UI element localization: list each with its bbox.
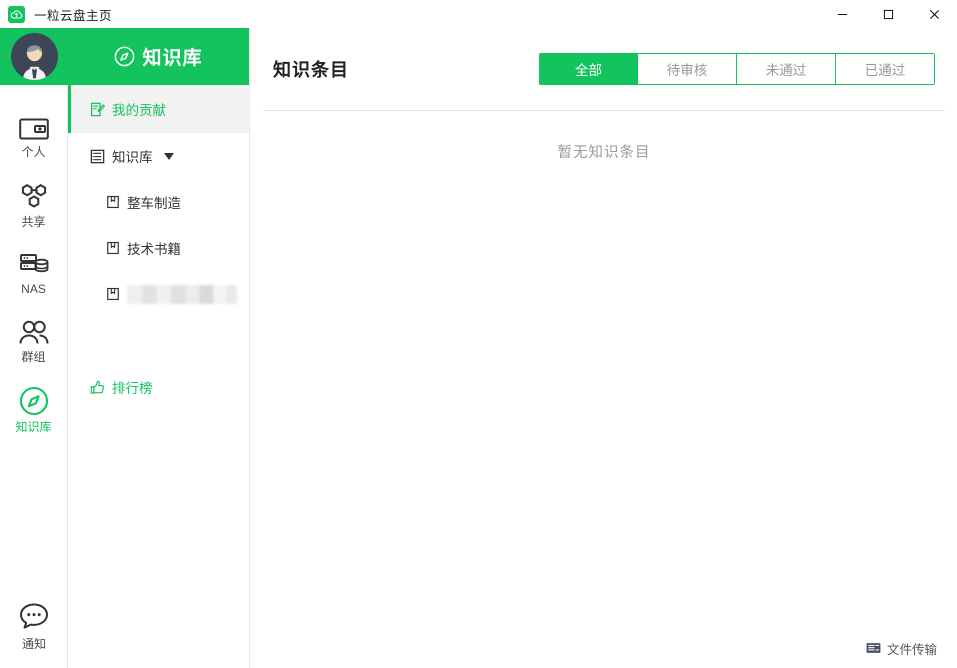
tab-passed[interactable]: 已通过: [836, 53, 935, 85]
sidebar-item-shared[interactable]: 共享: [0, 171, 67, 239]
nav-item-vehicle-manufacturing[interactable]: 整车制造: [68, 179, 249, 225]
sidebar-item-label: 个人: [21, 144, 46, 159]
tab-label: 未通过: [765, 63, 807, 78]
nav-group-label: 知识库: [112, 150, 153, 165]
minimize-icon: [837, 13, 847, 15]
sidebar-item-nas[interactable]: NAS: [0, 239, 67, 307]
file-transfer-icon: [866, 643, 881, 653]
maximize-icon: [883, 9, 893, 19]
contribution-doc-icon: [91, 102, 105, 116]
sidebar-item-label: 知识库: [15, 419, 52, 434]
empty-state-message: 暂无知识条目: [557, 145, 651, 161]
thumbs-up-icon: [90, 380, 104, 394]
sidebar-item-notifications[interactable]: 通知: [0, 602, 68, 652]
nav-group-knowledge-base[interactable]: 知识库: [68, 133, 249, 179]
compass-icon: [115, 46, 135, 67]
group-users-icon: [19, 320, 48, 344]
avatar-icon: [10, 33, 58, 80]
nav-item-label: 排行榜: [112, 381, 153, 396]
panel-header: 知识库: [68, 28, 249, 85]
chevron-down-icon[interactable]: [163, 152, 174, 160]
maximize-button[interactable]: [865, 0, 911, 28]
notification-bubble-icon: [20, 603, 48, 629]
redacted-label: [127, 284, 237, 304]
tab-label: 待审核: [666, 63, 708, 78]
book-icon: [107, 195, 119, 209]
app-icon: [8, 5, 25, 23]
sidebar-item-label: 通知: [21, 637, 46, 651]
personal-card-icon: [18, 118, 49, 139]
status-filter-tabs: 全部 待审核 未通过 已通过: [539, 53, 935, 85]
nav-separator-space: [68, 317, 249, 363]
tab-label: 全部: [575, 63, 602, 78]
nav-item-leaderboard[interactable]: 排行榜: [68, 363, 249, 411]
main-content: 知识条目 全部 待审核 未通过 已通过 暂无知识条目 文件传输: [251, 28, 957, 668]
left-rail: 个人 共享 NAS 群组 知识库 通知: [0, 28, 68, 668]
list-menu-icon: [90, 149, 105, 163]
title-bar: 一粒云盘主页: [0, 0, 957, 28]
close-icon: [929, 9, 939, 19]
sidebar-item-label: NAS: [21, 281, 46, 296]
panel-nav-list: 我的贡献 知识库 整车制造 技术书籍 排行榜: [68, 85, 249, 411]
page-title: 知识条目: [273, 60, 349, 80]
book-icon: [107, 241, 119, 255]
nav-item-label: 技术书籍: [127, 242, 181, 257]
nav-item-label: 整车制造: [127, 196, 181, 211]
rail-item-list: 个人 共享 NAS 群组 知识库: [0, 85, 67, 443]
share-hexagon-icon: [21, 183, 46, 208]
window-title: 一粒云盘主页: [34, 8, 113, 23]
compass-icon: [19, 386, 48, 415]
nav-item-technical-books[interactable]: 技术书籍: [68, 225, 249, 271]
panel-title: 知识库: [142, 48, 203, 69]
sidebar-item-personal[interactable]: 个人: [0, 103, 67, 171]
nav-item-redacted[interactable]: [68, 271, 249, 317]
sidebar-item-label: 共享: [21, 214, 46, 229]
minimize-button[interactable]: [819, 0, 865, 28]
tab-not-passed[interactable]: 未通过: [737, 53, 836, 85]
book-icon: [107, 287, 119, 301]
sidebar-item-knowledge-base[interactable]: 知识库: [0, 375, 67, 443]
tab-label: 已通过: [864, 63, 906, 78]
tab-all[interactable]: 全部: [539, 53, 638, 85]
knowledge-panel: 知识库 我的贡献 知识库 整车制造 技术书籍 排行榜: [68, 28, 250, 668]
app-window: 一粒云盘主页 个人 共享 NAS 群组 知识库 通知 知识库 我的贡献 知识库 …: [0, 0, 957, 668]
tab-pending-review[interactable]: 待审核: [638, 53, 737, 85]
header-divider: [263, 110, 945, 111]
file-transfer-label: 文件传输: [886, 642, 937, 657]
nas-server-icon: [19, 253, 48, 272]
nav-item-my-contributions[interactable]: 我的贡献: [68, 85, 249, 133]
close-button[interactable]: [911, 0, 957, 28]
avatar-container[interactable]: [0, 28, 68, 85]
content-header: 知识条目 全部 待审核 未通过 已通过: [251, 28, 957, 110]
sidebar-item-label: 群组: [21, 349, 46, 364]
nav-item-label: 我的贡献: [112, 103, 166, 118]
avatar[interactable]: [10, 33, 58, 80]
status-bar: 文件传输: [251, 628, 957, 668]
sidebar-item-group[interactable]: 群组: [0, 307, 67, 375]
